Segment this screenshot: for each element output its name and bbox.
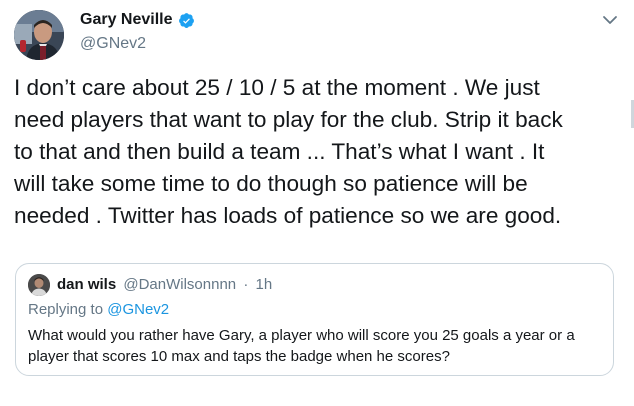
tweet-card: Gary Neville @GNev2 I don’t care about 2…: [0, 0, 634, 406]
quoted-tweet-text: What would you rather have Gary, a playe…: [28, 325, 608, 367]
verified-badge-icon: [178, 12, 195, 29]
author-avatar[interactable]: [14, 10, 64, 60]
tweet-text: I don’t care about 25 / 10 / 5 at the mo…: [14, 72, 626, 232]
author-name-text: Gary Neville: [80, 11, 173, 28]
separator-dot: ·: [243, 276, 249, 293]
replying-to-label: Replying to: [28, 301, 104, 318]
replying-to-handle-link[interactable]: @GNev2: [107, 301, 169, 318]
quoted-tweet-header: dan wils @DanWilsonnnn · 1h: [57, 276, 272, 293]
quoted-tweet-timestamp[interactable]: 1h: [255, 276, 272, 293]
quoted-tweet-text-line: player that scores 10 max and taps the b…: [28, 348, 450, 365]
quoted-author-handle[interactable]: @DanWilsonnnn: [123, 276, 236, 293]
tweet-text-line: to that and then build a team ... That’s…: [14, 139, 545, 164]
tweet-text-line: will take some time to do though so pati…: [14, 171, 528, 196]
chevron-down-icon[interactable]: [602, 13, 618, 25]
quoted-tweet-text-line: What would you rather have Gary, a playe…: [28, 327, 575, 344]
author-name[interactable]: Gary Neville: [80, 11, 195, 29]
quoted-author-avatar[interactable]: [28, 274, 50, 296]
replying-to: Replying to @GNev2: [28, 301, 169, 318]
author-handle[interactable]: @GNev2: [80, 35, 146, 53]
quoted-tweet[interactable]: dan wils @DanWilsonnnn · 1h Replying to …: [15, 263, 614, 376]
tweet-text-line: needed . Twitter has loads of patience s…: [14, 203, 562, 228]
tweet-text-line: I don’t care about 25 / 10 / 5 at the mo…: [14, 75, 540, 100]
tweet-text-line: need players that want to play for the c…: [14, 107, 563, 132]
quoted-author-avatar-image: [28, 274, 50, 296]
author-avatar-image: [14, 10, 64, 60]
quoted-author-name[interactable]: dan wils: [57, 276, 116, 293]
